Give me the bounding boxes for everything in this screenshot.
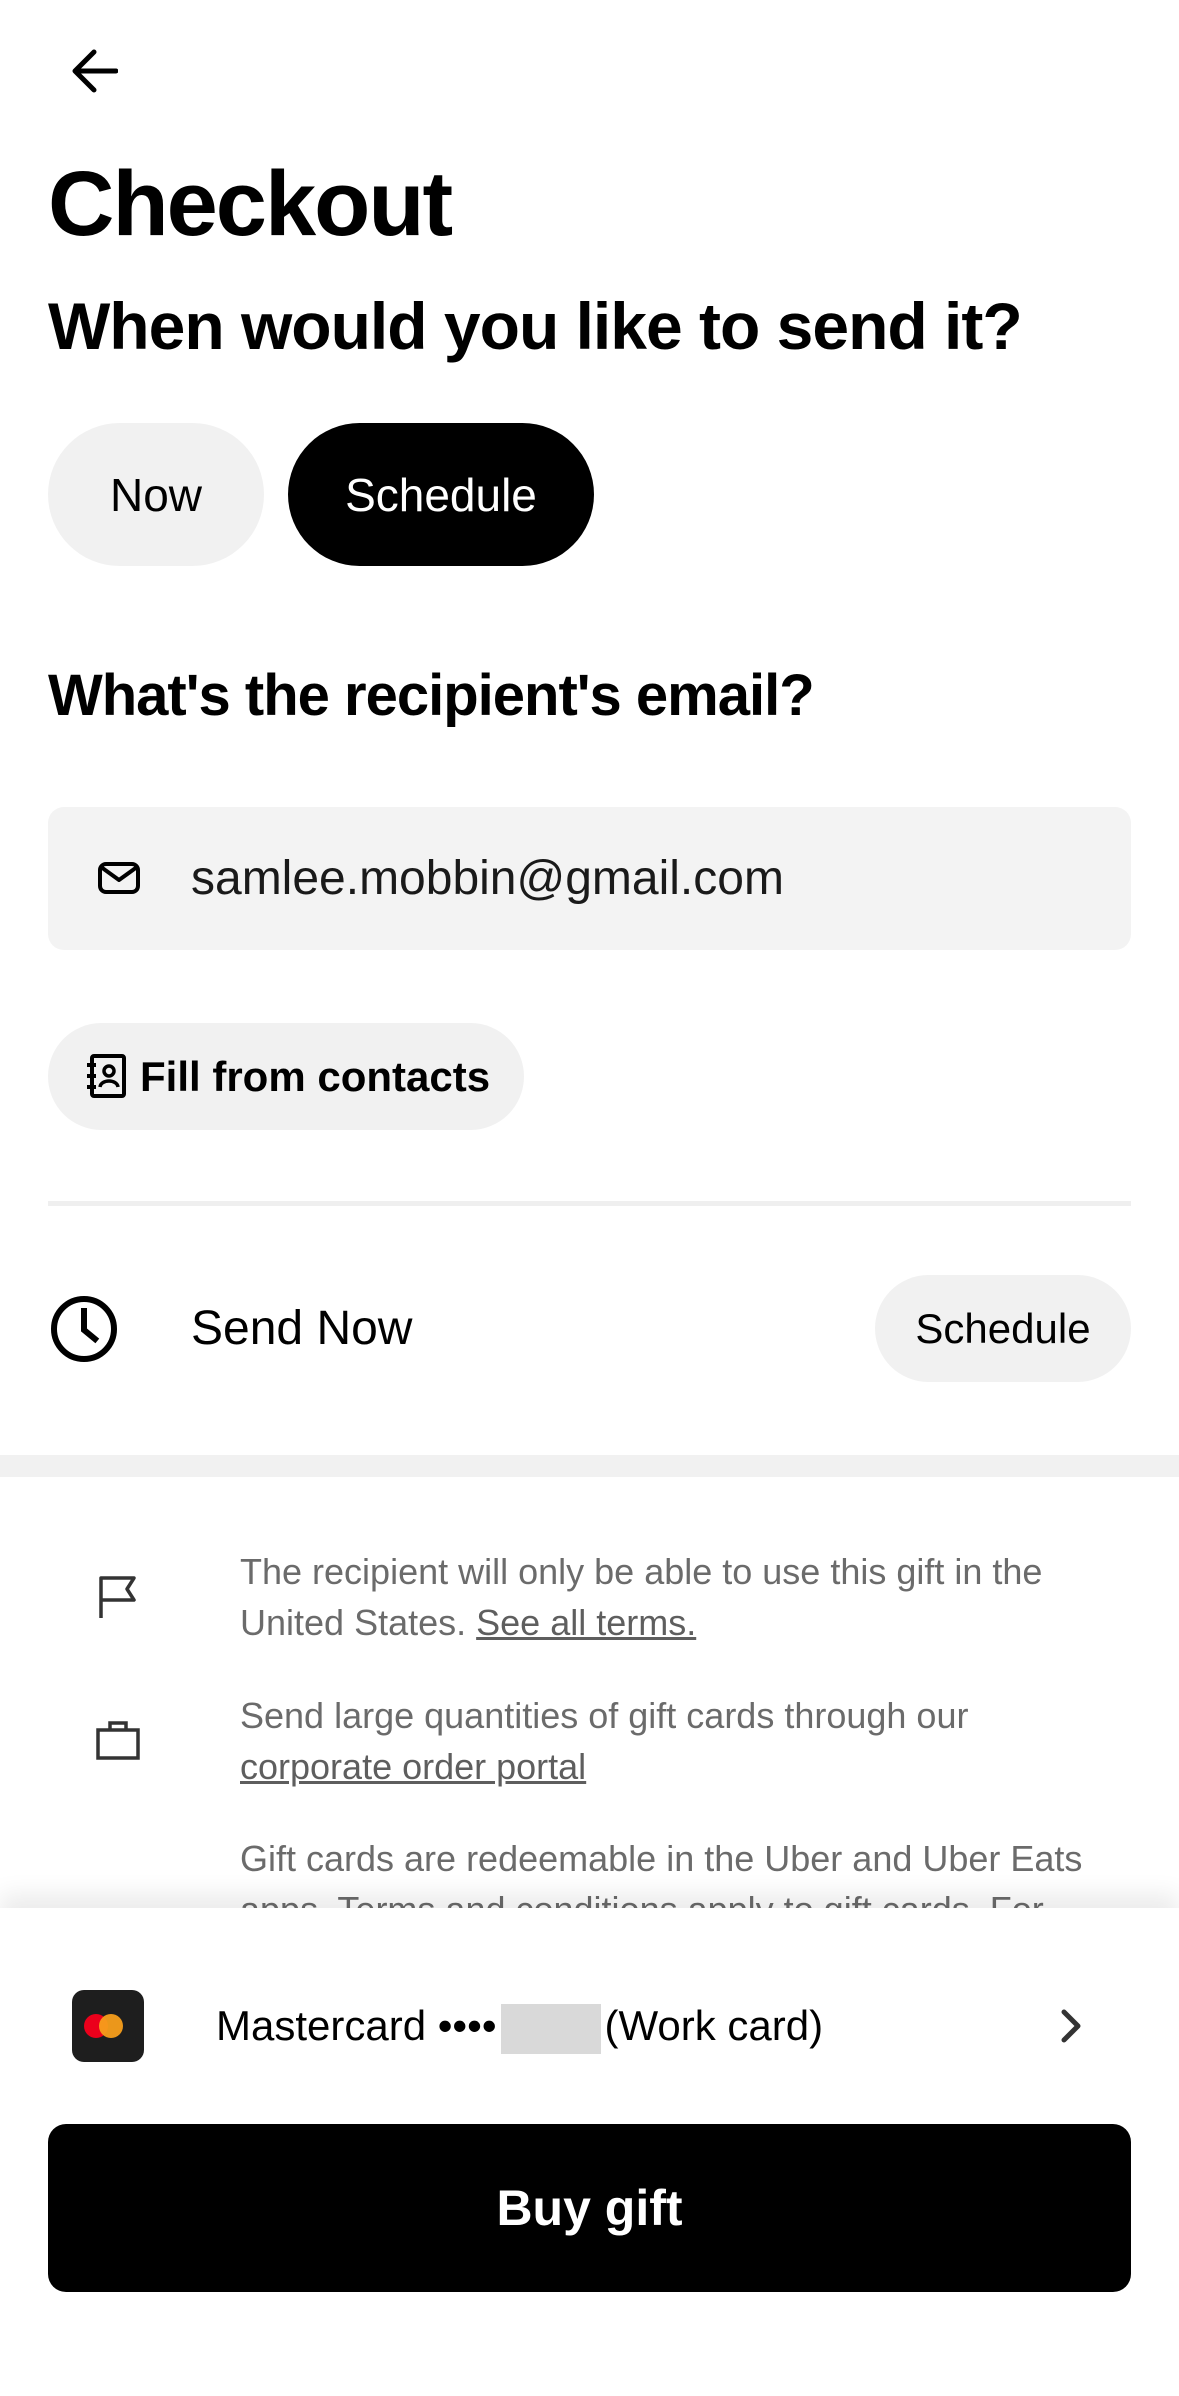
contacts-book-icon [87,1054,126,1098]
mail-icon [98,862,140,894]
corporate-text: Send large quantities of gift cards thro… [240,1690,1120,1792]
flag-icon [99,1576,136,1618]
section-divider [48,1201,1131,1206]
recipient-email-value[interactable]: samlee.mobbin@gmail.com [191,807,784,950]
recipient-email-question: What's the recipient's email? [48,663,815,728]
now-option-button[interactable]: Now [48,423,264,566]
payment-method-label: Mastercard •••• (Work card) [216,1976,823,2076]
card-suffix: (Work card) [604,2002,824,2049]
card-brand: Mastercard •••• [216,2002,497,2049]
send-time-row: Send Now Schedule [0,1260,1179,1397]
see-all-terms-link[interactable]: See all terms. [476,1602,696,1643]
arrow-left-icon[interactable] [72,49,118,93]
send-time-question: When would you like to send it? [48,289,1023,363]
recipient-email-field[interactable]: samlee.mobbin@gmail.com [48,807,1131,950]
send-now-label: Send Now [191,1302,413,1355]
checkout-bottom-sheet: Mastercard •••• (Work card) Buy gift [0,1908,1179,2396]
checkout-page: Checkout When would you like to send it?… [0,0,1179,2396]
schedule-option-button[interactable]: Schedule [288,423,594,566]
masked-card-number [500,2003,601,2054]
page-title: Checkout [48,153,453,255]
mastercard-icon [72,1990,144,2062]
clock-icon [51,1296,117,1362]
buy-gift-button[interactable]: Buy gift [48,2124,1131,2292]
chevron-right-icon [1061,2009,1081,2043]
payment-method-row[interactable]: Mastercard •••• (Work card) [0,1976,1179,2076]
schedule-button[interactable]: Schedule [875,1275,1131,1382]
terms-text: The recipient will only be able to use t… [240,1546,1120,1648]
back-button[interactable] [60,36,130,106]
fill-from-contacts-button[interactable]: Fill from contacts [48,1023,524,1130]
mastercard-orange-circle [99,2014,123,2038]
corporate-order-portal-link[interactable]: corporate order portal [240,1746,586,1787]
briefcase-icon [96,1721,140,1760]
section-separator [0,1455,1179,1477]
corporate-info-text: Send large quantities of gift cards thro… [240,1695,969,1736]
fill-from-contacts-label: Fill from contacts [140,1053,491,1100]
